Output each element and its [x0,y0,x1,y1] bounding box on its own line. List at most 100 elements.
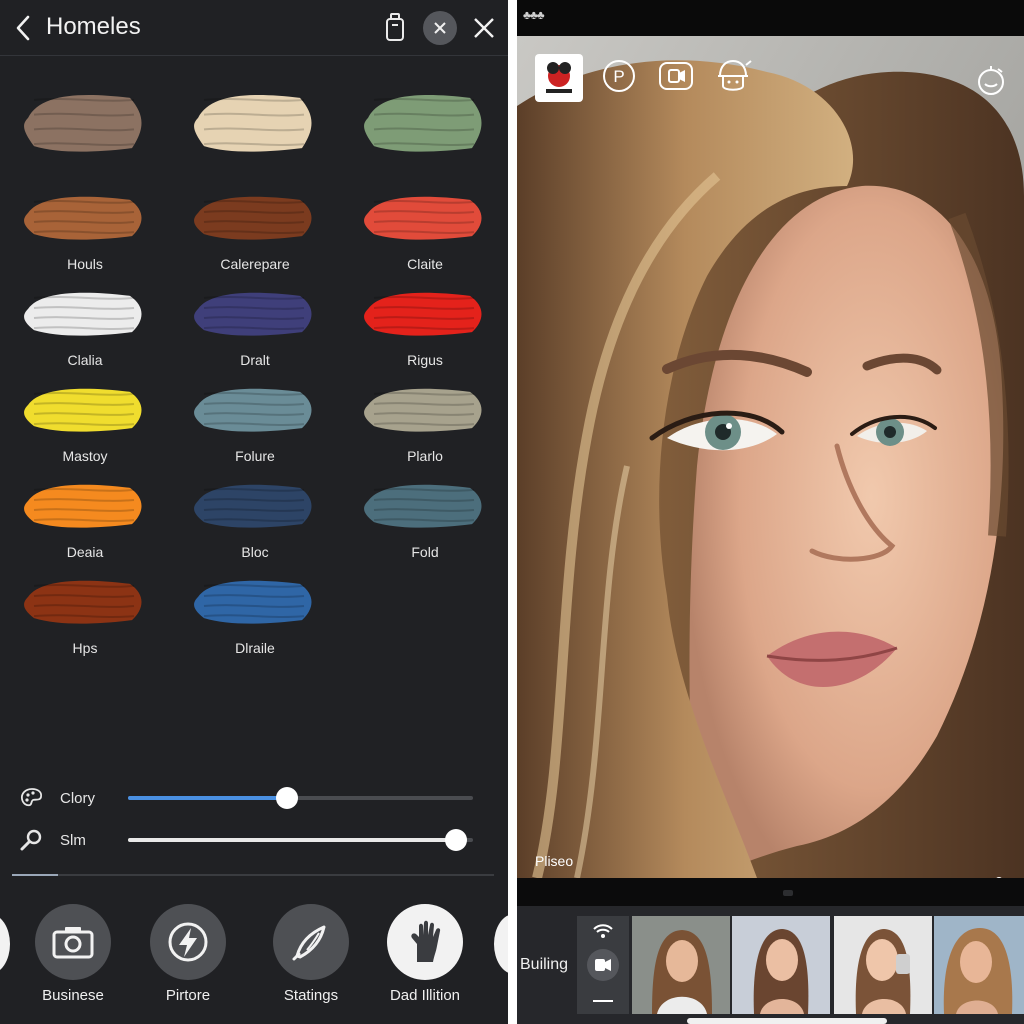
color-swatch[interactable]: Plarlo [350,376,500,466]
portrait-thumbnail [934,916,1024,1014]
tool-businese-button[interactable] [35,904,111,980]
color-swatch[interactable]: Rigus [350,280,500,370]
camera-icon [52,927,94,959]
portrait-image [517,36,1024,878]
swatch-label: Claite [407,256,443,272]
hand-icon [411,920,441,962]
magnifier-icon [20,829,42,851]
face-button[interactable] [713,56,753,96]
p-button[interactable]: P [601,58,637,94]
timer-icon [978,66,1004,95]
tool-pirtore-button[interactable] [150,904,226,980]
filmstrip-controls [577,916,629,1014]
tool-statings[interactable]: Statings [246,904,376,1014]
color-swatch[interactable]: Calerepare [180,184,330,274]
color-swatch[interactable]: Hps [10,568,160,658]
size-slider-knob[interactable] [444,829,467,851]
thumbnail[interactable] [834,916,932,1014]
tool-dad-illition-label: Dad Illition [389,987,461,1004]
clear-button[interactable] [423,11,457,45]
color-swatch[interactable]: Dlraile [180,568,330,658]
swatch-stroke [364,484,482,528]
minimize-line[interactable] [593,1000,613,1002]
tool-businese[interactable]: Businese [8,904,138,1014]
close-icon [474,18,494,38]
color-panel: Homeles Houls Calerepare Claite Clalia Dralt… [0,0,534,1024]
color-swatch[interactable] [350,78,500,168]
close-button[interactable] [468,11,500,45]
video-button[interactable] [657,58,695,94]
color-swatch[interactable]: Dralt [180,280,330,370]
close-small-icon [434,22,446,34]
tool-pirtore-label: Pirtore [165,987,211,1004]
color-swatch[interactable]: Bloc [180,472,330,562]
palette-icon [20,788,43,807]
delete-button[interactable] [380,10,410,44]
drag-handle[interactable] [783,890,793,896]
thumbnail[interactable] [732,916,830,1014]
color-swatch[interactable]: Deaia [10,472,160,562]
swatch-label: Calerepare [220,256,290,272]
tool-pirtore[interactable]: Pirtore [123,904,253,1014]
color-swatch[interactable]: Folure [180,376,330,466]
strip-spacer [517,878,1024,906]
swatch-label: Plarlo [407,448,443,464]
color-swatch[interactable] [180,78,330,168]
swatch-stroke [194,94,312,152]
tool-dad-illition-button[interactable] [387,904,463,980]
split-divider[interactable] [508,0,517,1024]
svg-text:P: P [613,67,624,86]
swatch-label: Folure [235,448,275,464]
trash-icon [386,13,404,41]
swatch-stroke [24,580,142,624]
swatch-label: Rigus [407,352,443,368]
tool-businese-label: Businese [42,987,104,1004]
brush-icon [292,925,326,961]
thumbnail[interactable] [934,916,1024,1014]
swatch-label: Deaia [66,544,104,560]
timer-button[interactable] [973,62,1009,98]
color-swatch[interactable]: Mastoy [10,376,160,466]
color-swatch[interactable] [10,78,160,168]
size-slider-label: Slm [60,832,86,849]
swatch-stroke [194,196,312,240]
swatch-label: Hps [72,640,98,656]
color-swatch[interactable]: Fold [350,472,500,562]
swatch-stroke [194,292,312,336]
portrait-thumbnail [834,916,932,1014]
color-slider-fill [128,796,287,800]
wifi-icon[interactable] [592,922,614,940]
preview-panel: ♣♣♣ P Pliseo Builing [517,0,1024,1024]
sticker-button[interactable] [535,54,583,102]
swatch-label: Mastoy [62,448,108,464]
thumbnail[interactable] [632,916,730,1014]
top-bar: Homeles [0,0,508,56]
color-swatch[interactable]: Houls [10,184,160,274]
swatch-label: Bloc [241,544,269,560]
swatch-stroke [24,94,142,152]
lightning-icon [168,922,208,962]
portrait-thumbnail [632,916,730,1014]
color-slider[interactable] [128,787,473,809]
size-slider[interactable] [128,829,473,851]
back-button[interactable] [8,12,38,44]
portrait-thumbnail [732,916,830,1014]
tool-dad-illition[interactable]: Dad Illition [360,904,490,1014]
filmstrip-label: Builing [520,956,569,973]
color-swatch[interactable]: Clalia [10,280,160,370]
color-swatch[interactable]: Claite [350,184,500,274]
preview-photo[interactable]: P Pliseo [517,36,1024,878]
camera-switch-button[interactable] [587,949,619,981]
color-slider-row: Clory [18,782,488,814]
swatch-stroke [24,292,142,336]
swatch-stroke [364,388,482,432]
tool-statings-button[interactable] [273,904,349,980]
video-camera-icon [659,62,693,90]
page-title: Homeles [46,13,141,40]
status-bar: ♣♣♣ [517,0,1024,36]
swatch-stroke [194,484,312,528]
swatch-stroke [364,292,482,336]
color-slider-knob[interactable] [275,787,298,809]
swatch-stroke [194,580,312,624]
mask-sticker-icon [546,62,572,93]
